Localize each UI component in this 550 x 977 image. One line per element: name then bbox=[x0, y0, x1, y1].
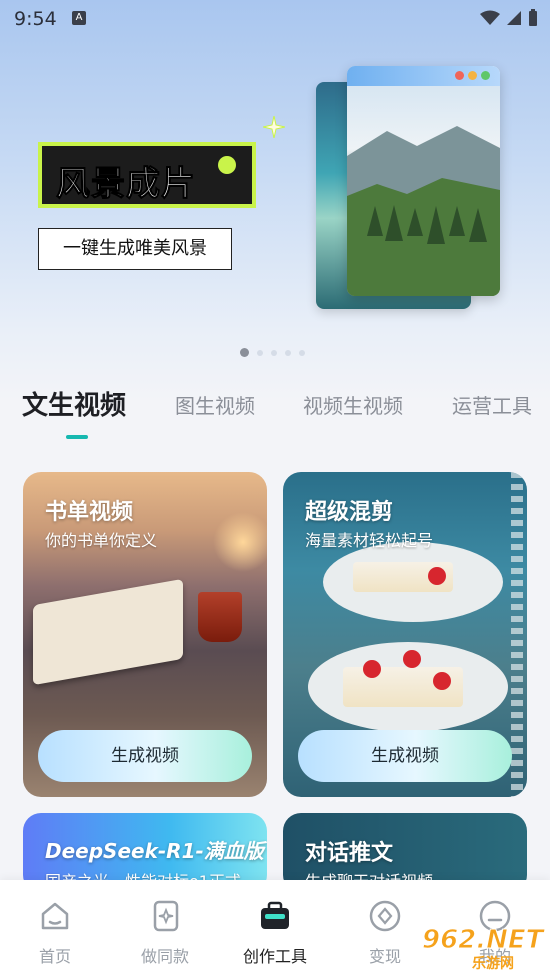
play-icon bbox=[218, 156, 236, 174]
strawberry bbox=[363, 660, 381, 678]
card-title: DeepSeek-R1-满血版 bbox=[45, 839, 264, 863]
notification-icon: A bbox=[72, 11, 86, 25]
nav-label: 做同款 bbox=[140, 947, 189, 966]
promo-banner[interactable]: 风景成片 一键生成唯美风景 bbox=[0, 38, 550, 368]
banner-pagination bbox=[240, 348, 305, 357]
strawberry bbox=[428, 567, 446, 585]
card-title: 对话推文 bbox=[305, 841, 394, 866]
wifi-icon bbox=[480, 10, 500, 25]
watermark-brand: 962.NET bbox=[421, 925, 544, 956]
tab-image-to-video[interactable]: 图生视频 bbox=[175, 390, 255, 419]
banner-title-box: 风景成片 bbox=[38, 142, 256, 208]
status-bar: 9:54 A bbox=[0, 0, 550, 38]
open-book-image bbox=[33, 578, 183, 686]
page-dot[interactable] bbox=[240, 348, 249, 357]
category-tabs: 文生视频 图生视频 视频生视频 运营工具 bbox=[0, 390, 550, 440]
card-title: 书单视频 bbox=[45, 500, 134, 525]
card-subtitle: 海量素材轻松起号 bbox=[305, 531, 434, 550]
template-icon bbox=[153, 900, 179, 932]
nav-label: 变现 bbox=[368, 947, 401, 966]
nav-label: 首页 bbox=[38, 947, 71, 966]
nav-home[interactable]: 首页 bbox=[10, 880, 100, 977]
card-subtitle: 你的书单你定义 bbox=[45, 531, 158, 550]
app-screen: 9:54 A 风景成片 一键生成唯美风景 文生视频 图生视频 视频生视频 运营工… bbox=[0, 0, 550, 977]
window-bar bbox=[347, 66, 500, 86]
card-title: 超级混剪 bbox=[305, 500, 394, 525]
toolbox-icon bbox=[261, 901, 289, 929]
status-icons bbox=[480, 9, 538, 27]
card-book-list-video[interactable]: 书单视频 你的书单你定义 生成视频 bbox=[23, 472, 267, 797]
card-super-remix[interactable]: 超级混剪 海量素材轻松起号 生成视频 bbox=[283, 472, 527, 797]
window-dot-red bbox=[455, 71, 464, 80]
page-dot[interactable] bbox=[299, 349, 305, 356]
nav-creation-tools[interactable]: 创作工具 bbox=[230, 880, 320, 977]
battery-icon bbox=[529, 9, 537, 26]
signal-icon bbox=[507, 11, 521, 25]
nav-label: 创作工具 bbox=[242, 947, 307, 966]
monetize-icon bbox=[369, 900, 401, 932]
nav-monetize[interactable]: 变现 bbox=[340, 880, 430, 977]
banner-title: 风景成片 bbox=[56, 164, 196, 205]
page-dot[interactable] bbox=[285, 349, 291, 356]
banner-photo-mountains bbox=[347, 66, 500, 296]
watermark-sub: 乐游网 bbox=[472, 956, 514, 972]
tab-text-to-video[interactable]: 文生视频 bbox=[22, 385, 126, 422]
strawberry bbox=[403, 650, 421, 668]
page-dot[interactable] bbox=[271, 349, 277, 356]
sparkle-icon bbox=[263, 116, 285, 138]
window-dot-green bbox=[481, 71, 490, 80]
site-watermark-logo: 962.NET 乐游网 bbox=[418, 925, 544, 973]
banner-subtitle: 一键生成唯美风景 bbox=[38, 228, 232, 270]
active-tab-indicator bbox=[66, 435, 88, 439]
tab-operation-tools[interactable]: 运营工具 bbox=[452, 390, 532, 419]
generate-video-button[interactable]: 生成视频 bbox=[38, 730, 252, 782]
window-dot-yellow bbox=[468, 71, 477, 80]
home-icon bbox=[41, 902, 69, 930]
tea-cup-image bbox=[198, 592, 242, 642]
mountain-illustration bbox=[347, 126, 500, 296]
nav-make-same[interactable]: 做同款 bbox=[120, 880, 210, 977]
page-dot[interactable] bbox=[257, 349, 263, 356]
sunset-glow bbox=[213, 512, 267, 572]
generate-video-button[interactable]: 生成视频 bbox=[298, 730, 512, 782]
film-strip-decoration bbox=[511, 472, 523, 797]
mountain-scene bbox=[347, 86, 500, 296]
tab-video-to-video[interactable]: 视频生视频 bbox=[303, 390, 403, 419]
status-time: 9:54 bbox=[14, 8, 57, 30]
strawberry bbox=[433, 672, 451, 690]
